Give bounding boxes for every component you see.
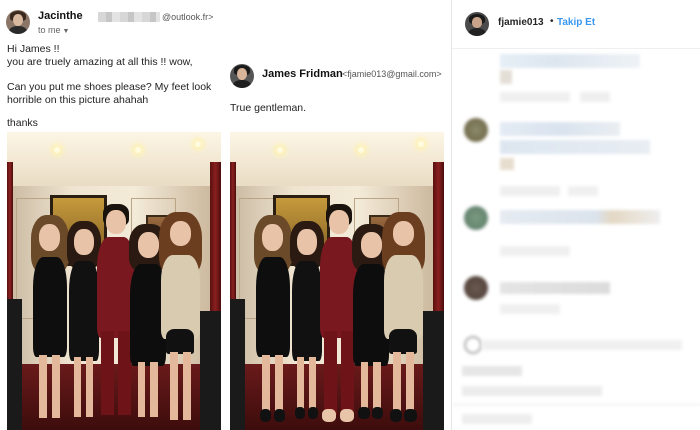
blurred-comment-text — [568, 186, 598, 196]
email-thread-panel: Jacinthe @outlook.fr> to me ▼ Hi James !!… — [0, 0, 450, 430]
header-divider — [452, 48, 700, 49]
email1-signoff: thanks — [7, 117, 38, 129]
chevron-down-icon[interactable]: ▼ — [63, 28, 70, 35]
blurred-comment-text — [500, 246, 570, 256]
instagram-username[interactable]: fjamie013 — [498, 17, 544, 28]
blurred-comment-input — [462, 414, 532, 424]
blurred-icon — [464, 336, 482, 354]
edited-group-photo[interactable] — [230, 132, 444, 430]
blurred-comment-text — [500, 304, 560, 314]
email1-line3: horrible on this picture ahahah — [7, 94, 149, 106]
separator-dot: • — [550, 16, 554, 27]
blurred-avatar — [464, 118, 488, 142]
blurred-action-bar — [462, 386, 602, 396]
instagram-comments-panel: fjamie013 • Takip Et — [451, 0, 700, 430]
blurred-action-bar — [452, 404, 700, 405]
blurred-avatar — [464, 276, 488, 300]
recipient-line[interactable]: to me ▼ — [38, 25, 69, 35]
sender-avatar-jacinthe[interactable] — [6, 10, 30, 34]
email1-line2: Can you put me shoes please? My feet loo… — [7, 81, 212, 93]
email1-line1: you are truely amazing at all this !! wo… — [7, 56, 193, 68]
sender-email-redacted — [98, 12, 160, 22]
blurred-avatar — [464, 206, 488, 230]
blurred-action-bar — [462, 366, 522, 376]
blurred-comment-text — [500, 54, 640, 68]
sender-name-jacinthe: Jacinthe — [38, 10, 83, 22]
blurred-comment-text — [500, 210, 660, 224]
blurred-comment-text — [500, 122, 620, 136]
email2-body: True gentleman. — [230, 102, 307, 114]
blurred-comment-text — [500, 140, 650, 154]
recipient-text: to me — [38, 25, 61, 35]
blurred-comment-text — [580, 92, 610, 102]
blurred-comment-text — [500, 158, 514, 170]
blurred-comment-text — [500, 70, 512, 84]
follow-button[interactable]: Takip Et — [557, 17, 595, 28]
email1-greeting: Hi James !! — [7, 43, 60, 55]
blurred-comment-text — [500, 186, 560, 196]
instagram-avatar[interactable] — [465, 12, 489, 36]
sender-email-james: <fjamie013@gmail.com> — [342, 69, 442, 79]
sender-avatar-james[interactable] — [230, 64, 254, 88]
sender-name-james: James Fridman — [262, 68, 343, 80]
sender-email-jacinthe: @outlook.fr> — [162, 12, 214, 22]
original-group-photo[interactable] — [7, 132, 221, 430]
blurred-comment-text — [500, 92, 570, 102]
blurred-comment-text — [500, 282, 610, 294]
blurred-action-bar — [482, 340, 682, 350]
